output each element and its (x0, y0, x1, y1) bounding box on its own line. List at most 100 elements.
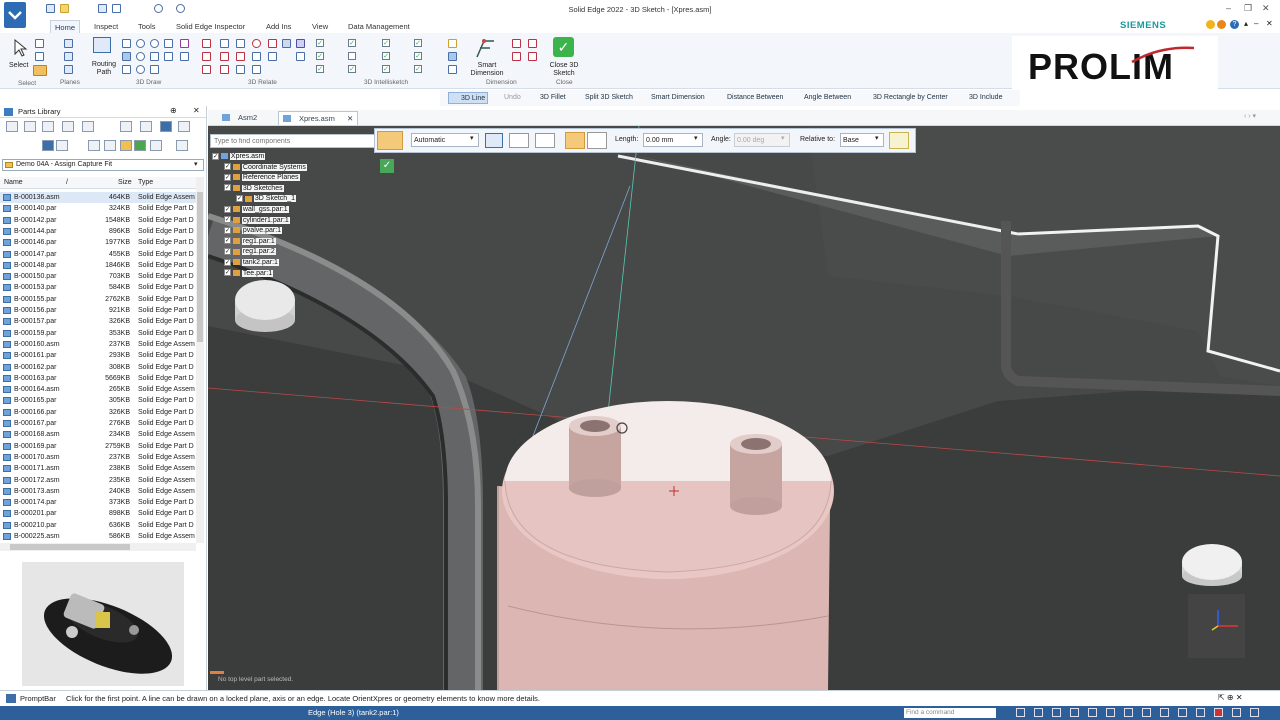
chevron-down-icon[interactable]: ▾ (470, 134, 474, 142)
file-row[interactable]: B-000169.par 2759KB Solid Edge Part D (0, 441, 196, 452)
smart-dimension-icon[interactable] (474, 37, 498, 59)
tab-view[interactable]: View (308, 20, 332, 33)
doc-tab-asm2[interactable]: Asm2 (218, 111, 276, 125)
folder-selector[interactable]: Demo 04A - Assign Capture Fit ▾ (2, 159, 204, 171)
tool-icon[interactable] (136, 52, 145, 61)
dim-icon[interactable] (512, 52, 521, 61)
relate-icon[interactable] (268, 39, 277, 48)
find-command-input[interactable]: Find a command (904, 708, 996, 718)
toolbar-icon[interactable] (120, 140, 132, 151)
tree-item[interactable]: ✓ 3D Sketches (224, 184, 284, 194)
tool-icon[interactable] (164, 52, 173, 61)
file-row[interactable]: B-000140.par 324KB Solid Edge Part D (0, 203, 196, 214)
cmd-distance-between[interactable]: Distance Between (727, 92, 783, 104)
tree-checkbox[interactable]: ✓ (224, 237, 231, 245)
file-row[interactable]: B-000160.asm 237KB Solid Edge Assem (0, 339, 196, 350)
tab-home[interactable]: Home (50, 20, 81, 33)
close-3d-sketch-icon[interactable]: ✓ (553, 37, 574, 57)
tree-item[interactable]: ✓ Tee.par:1 (224, 269, 274, 279)
toolbar-icon[interactable] (176, 140, 188, 151)
tree-checkbox[interactable]: ✓ (236, 195, 243, 203)
intellisketch-checkbox[interactable] (348, 52, 356, 60)
tree-item[interactable]: ✓ wall_gss.par:1 (224, 205, 289, 215)
relate-icon[interactable] (296, 39, 305, 48)
tree-checkbox[interactable]: ✓ (224, 173, 231, 181)
file-list-scrollbar[interactable] (196, 177, 204, 543)
relate-icon[interactable] (268, 52, 277, 61)
plane-icon[interactable] (64, 39, 73, 48)
tool-icon[interactable] (122, 39, 131, 48)
intellisketch-checkbox[interactable]: ✓ (382, 52, 390, 60)
intellisketch-checkbox[interactable]: ✓ (348, 39, 356, 47)
view-tool-icon[interactable] (1070, 708, 1079, 717)
tree-item[interactable]: ✓ Xpres.asm (212, 152, 266, 162)
file-row[interactable]: B-000225.asm 586KB Solid Edge Assem (0, 531, 196, 542)
file-row[interactable]: B-000166.par 326KB Solid Edge Part D (0, 407, 196, 418)
close-button[interactable]: ✕ (1262, 3, 1270, 14)
view-tool-icon[interactable] (1088, 708, 1097, 717)
intellisketch-checkbox[interactable]: ✓ (316, 52, 324, 60)
panel-pin-icon[interactable]: ⊕ (170, 106, 177, 115)
toolbar-icon[interactable] (178, 121, 190, 132)
tree-checkbox[interactable]: ✓ (224, 205, 231, 213)
tree-item[interactable]: ✓ 3D Sketch_1 (236, 194, 296, 204)
snap-icon[interactable] (448, 39, 457, 48)
intellisketch-checkbox[interactable]: ✓ (382, 65, 390, 73)
color-picker-icon[interactable] (485, 133, 503, 148)
promptbar-label[interactable]: PromptBar (20, 694, 56, 703)
doc-close-icon[interactable]: ✕ (1266, 19, 1273, 28)
tab-tools[interactable]: Tools (134, 20, 160, 33)
cmd-3d-fillet[interactable]: 3D Fillet (540, 92, 566, 104)
tree-item[interactable]: ✓ Reference Planes (224, 173, 300, 183)
file-row[interactable]: B-000156.par 921KB Solid Edge Part D (0, 305, 196, 316)
line-weight-icon[interactable] (535, 133, 555, 148)
scroll-thumb[interactable] (197, 192, 203, 342)
relate-icon[interactable] (252, 65, 261, 74)
toolbar-icon[interactable] (150, 140, 162, 151)
help-icon[interactable]: ? (1230, 20, 1239, 29)
intellisketch-checkbox[interactable]: ✓ (316, 39, 324, 47)
tool-icon[interactable] (122, 65, 131, 74)
intellisketch-checkbox[interactable]: ✓ (382, 39, 390, 47)
emoji-smile-icon[interactable] (1206, 20, 1215, 29)
tab-scroll-icons[interactable]: ‹ › ▾ (1244, 112, 1256, 120)
toolbar-icon[interactable] (42, 121, 54, 132)
relate-icon[interactable] (236, 52, 245, 61)
toolbar-icon[interactable] (62, 121, 74, 132)
snap-icon[interactable] (448, 65, 457, 74)
file-row[interactable]: B-000163.par 5669KB Solid Edge Part D (0, 373, 196, 384)
cmd-3d-rectangle-by-center[interactable]: 3D Rectangle by Center (873, 92, 948, 104)
cmd-undo[interactable]: Undo (502, 92, 521, 104)
tool-icon[interactable] (150, 65, 159, 74)
cmd-3d-line[interactable]: 3D Line (448, 92, 489, 104)
file-row[interactable]: B-000155.par 2762KB Solid Edge Part D (0, 294, 196, 305)
relate-icon[interactable] (236, 39, 245, 48)
hscrollbar[interactable] (0, 543, 196, 551)
tree-checkbox[interactable]: ✓ (224, 184, 231, 192)
component-search[interactable] (210, 134, 375, 148)
chevron-down-icon[interactable]: ▾ (694, 134, 698, 142)
toolbar-icon[interactable] (134, 140, 146, 151)
hscroll-thumb[interactable] (10, 544, 130, 550)
cmd-smart-dimension[interactable]: Smart Dimension (651, 92, 705, 104)
select-box-icon[interactable] (35, 52, 44, 61)
tree-checkbox[interactable]: ✓ (224, 248, 231, 256)
intellisketch-checkbox[interactable]: ✓ (414, 39, 422, 47)
chevron-down-icon[interactable]: ▾ (194, 160, 198, 168)
3d-viewport[interactable]: Automatic ▾ Length: 0.00 mm ▾ Angle: 0.0… (208, 126, 1280, 690)
view-tool-icon[interactable] (1016, 708, 1025, 717)
tree-item[interactable]: ✓ reg1.par:2 (224, 247, 276, 257)
print-icon[interactable] (112, 4, 121, 13)
view-tool-icon[interactable] (1160, 708, 1169, 717)
tree-item[interactable]: ✓ tank2.par:1 (224, 258, 279, 268)
dim-icon[interactable] (528, 52, 537, 61)
tree-checkbox[interactable]: ✓ (212, 152, 219, 160)
plane-3-icon[interactable] (64, 65, 73, 74)
select-button-label[interactable]: Select (9, 62, 28, 69)
redo-icon[interactable] (176, 4, 185, 13)
tab-solid-edge-inspector[interactable]: Solid Edge Inspector (172, 20, 249, 33)
tree-checkbox[interactable]: ✓ (224, 226, 231, 234)
relate-icon[interactable] (252, 52, 261, 61)
toolbar-icon[interactable] (120, 121, 132, 132)
view-tool-icon[interactable] (1052, 708, 1061, 717)
